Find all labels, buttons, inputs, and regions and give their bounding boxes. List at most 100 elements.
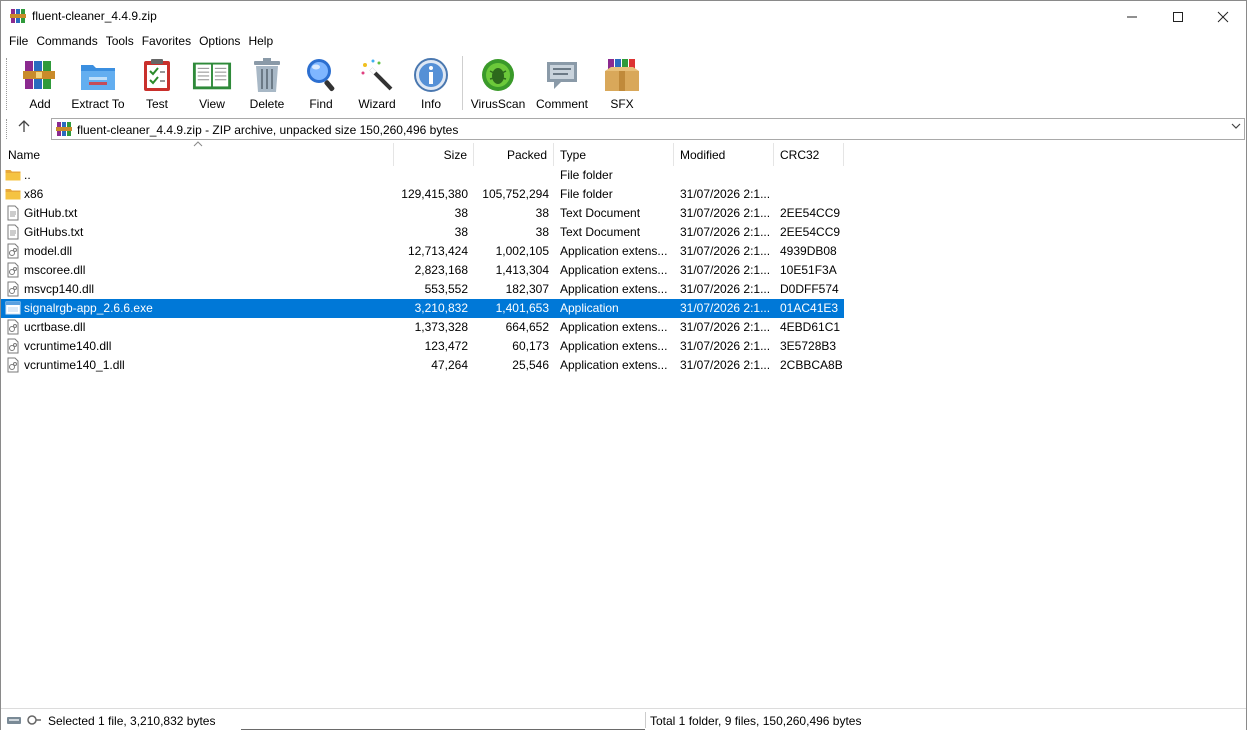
dll-file-icon <box>5 357 21 373</box>
file-size: 38 <box>454 206 468 220</box>
file-packed: 38 <box>535 225 549 239</box>
find-button[interactable]: Find <box>301 56 341 112</box>
close-icon <box>1217 11 1229 22</box>
dll-file-icon <box>5 281 21 297</box>
status-total: Total 1 folder, 9 files, 150,260,496 byt… <box>650 714 862 728</box>
view-button[interactable]: View <box>190 56 234 112</box>
dll-file-icon <box>5 262 21 278</box>
delete-button[interactable]: Delete <box>247 56 287 112</box>
up-folder-button[interactable] <box>15 119 33 137</box>
file-size: 1,373,328 <box>414 320 468 334</box>
file-list[interactable]: Name Size Packed Type Modified CRC32 .. F… <box>1 141 1246 707</box>
address-grip[interactable] <box>6 119 9 139</box>
maximize-icon <box>1173 11 1183 22</box>
file-packed: 25,546 <box>512 358 549 372</box>
file-row[interactable]: vcruntime140.dll 123,472 60,173 Application… <box>1 337 844 356</box>
text-file-icon <box>5 205 21 221</box>
file-name: vcruntime140_1.dll <box>24 358 125 372</box>
status-separator <box>645 712 646 728</box>
drive-key-icon <box>7 715 41 725</box>
file-modified: 31/07/2026 2:1... <box>680 206 770 220</box>
file-modified: 31/07/2026 2:1... <box>680 263 770 277</box>
file-type: Text Document <box>560 206 641 220</box>
file-type: Application extens... <box>560 339 668 353</box>
folder-icon <box>5 186 21 202</box>
file-packed: 105,752,294 <box>482 187 549 201</box>
window-title: fluent-cleaner_4.4.9.zip <box>32 9 157 23</box>
file-size: 38 <box>454 225 468 239</box>
menu-help[interactable]: Help <box>247 32 280 52</box>
title-bar[interactable]: fluent-cleaner_4.4.9.zip <box>1 1 1246 32</box>
test-button[interactable]: Test <box>137 56 177 112</box>
file-name: GitHubs.txt <box>24 225 84 239</box>
sfx-button[interactable]: SFX <box>601 56 643 112</box>
column-header-type[interactable]: Type <box>554 143 674 166</box>
file-size: 3,210,832 <box>414 301 468 315</box>
test-label: Test <box>145 97 168 111</box>
column-header-packed[interactable]: Packed <box>474 143 554 166</box>
address-field[interactable]: fluent-cleaner_4.4.9.zip - ZIP archive, … <box>51 118 1245 140</box>
file-type: Application extens... <box>560 358 668 372</box>
winrar-window: fluent-cleaner_4.4.9.zip File Commands T… <box>0 0 1247 730</box>
file-crc32: 10E51F3A <box>780 263 837 277</box>
menu-favorites[interactable]: Favorites <box>141 32 198 52</box>
address-dropdown-button[interactable] <box>1231 121 1241 134</box>
file-modified: 31/07/2026 2:1... <box>680 282 770 296</box>
file-row[interactable]: model.dll 12,713,424 1,002,105 Application … <box>1 242 844 261</box>
menu-bar: File Commands Tools Favorites Options He… <box>1 32 1246 52</box>
column-header-name[interactable]: Name <box>1 143 394 166</box>
info-icon <box>411 56 451 94</box>
archive-icon <box>56 122 72 136</box>
file-packed: 182,307 <box>505 282 549 296</box>
minimize-icon <box>1127 16 1137 17</box>
file-row[interactable]: GitHub.txt 38 38 Text Document 31/07/2026 2:… <box>1 204 844 223</box>
add-label: Add <box>29 97 51 111</box>
file-packed: 38 <box>535 206 549 220</box>
address-bar: fluent-cleaner_4.4.9.zip - ZIP archive, … <box>1 115 1246 142</box>
column-header-modified[interactable]: Modified <box>674 143 774 166</box>
magnifier-icon <box>301 56 341 94</box>
file-type: Application <box>560 301 619 315</box>
dll-file-icon <box>5 319 21 335</box>
file-type: Application extens... <box>560 320 668 334</box>
menu-options[interactable]: Options <box>198 32 247 52</box>
file-crc32: D0DFF574 <box>780 282 839 296</box>
file-row[interactable]: GitHubs.txt 38 38 Text Document 31/07/2026 2… <box>1 223 844 242</box>
maximize-button[interactable] <box>1155 1 1201 32</box>
extract-to-button[interactable]: Extract To <box>71 56 125 112</box>
file-row[interactable]: mscoree.dll 2,823,168 1,413,304 Application… <box>1 261 844 280</box>
file-row[interactable]: .. File folder <box>1 166 844 185</box>
wizard-button[interactable]: Wizard <box>356 56 398 112</box>
dll-file-icon <box>5 243 21 259</box>
info-button[interactable]: Info <box>411 56 451 112</box>
comment-button[interactable]: Comment <box>534 56 590 112</box>
minimize-button[interactable] <box>1109 1 1155 32</box>
file-packed: 1,413,304 <box>495 263 549 277</box>
file-modified: 31/07/2026 2:1... <box>680 301 770 315</box>
file-name: signalrgb-app_2.6.6.exe <box>24 301 153 315</box>
column-header-crc32[interactable]: CRC32 <box>774 143 844 166</box>
virusscan-button[interactable]: VirusScan <box>471 56 525 112</box>
menu-file[interactable]: File <box>8 32 35 52</box>
add-button[interactable]: Add <box>20 56 60 112</box>
books-add-icon <box>20 56 60 94</box>
toolbar: Add Extract To Test View Delete Find Wiz… <box>1 52 1246 114</box>
folder-icon <box>5 167 21 183</box>
file-row[interactable]: ucrtbase.dll 1,373,328 664,652 Application … <box>1 318 844 337</box>
column-header-size[interactable]: Size <box>394 143 474 166</box>
file-packed: 664,652 <box>505 320 549 334</box>
magic-wand-icon <box>357 56 397 94</box>
toolbar-grip[interactable] <box>6 58 9 110</box>
dll-file-icon <box>5 338 21 354</box>
file-row[interactable]: vcruntime140_1.dll 47,264 25,546 Applicatio… <box>1 356 844 375</box>
comment-label: Comment <box>535 97 588 111</box>
menu-tools[interactable]: Tools <box>105 32 141 52</box>
menu-commands[interactable]: Commands <box>35 32 104 52</box>
info-label: Info <box>420 97 441 111</box>
close-button[interactable] <box>1200 1 1246 32</box>
file-row[interactable]: msvcp140.dll 553,552 182,307 Application ex… <box>1 280 844 299</box>
file-type: File folder <box>560 168 613 182</box>
find-label: Find <box>309 97 333 111</box>
file-row[interactable]: signalrgb-app_2.6.6.exe 3,210,832 1,401,65… <box>1 299 844 318</box>
file-row[interactable]: x86 129,415,380 105,752,294 File folder 31/0… <box>1 185 844 204</box>
